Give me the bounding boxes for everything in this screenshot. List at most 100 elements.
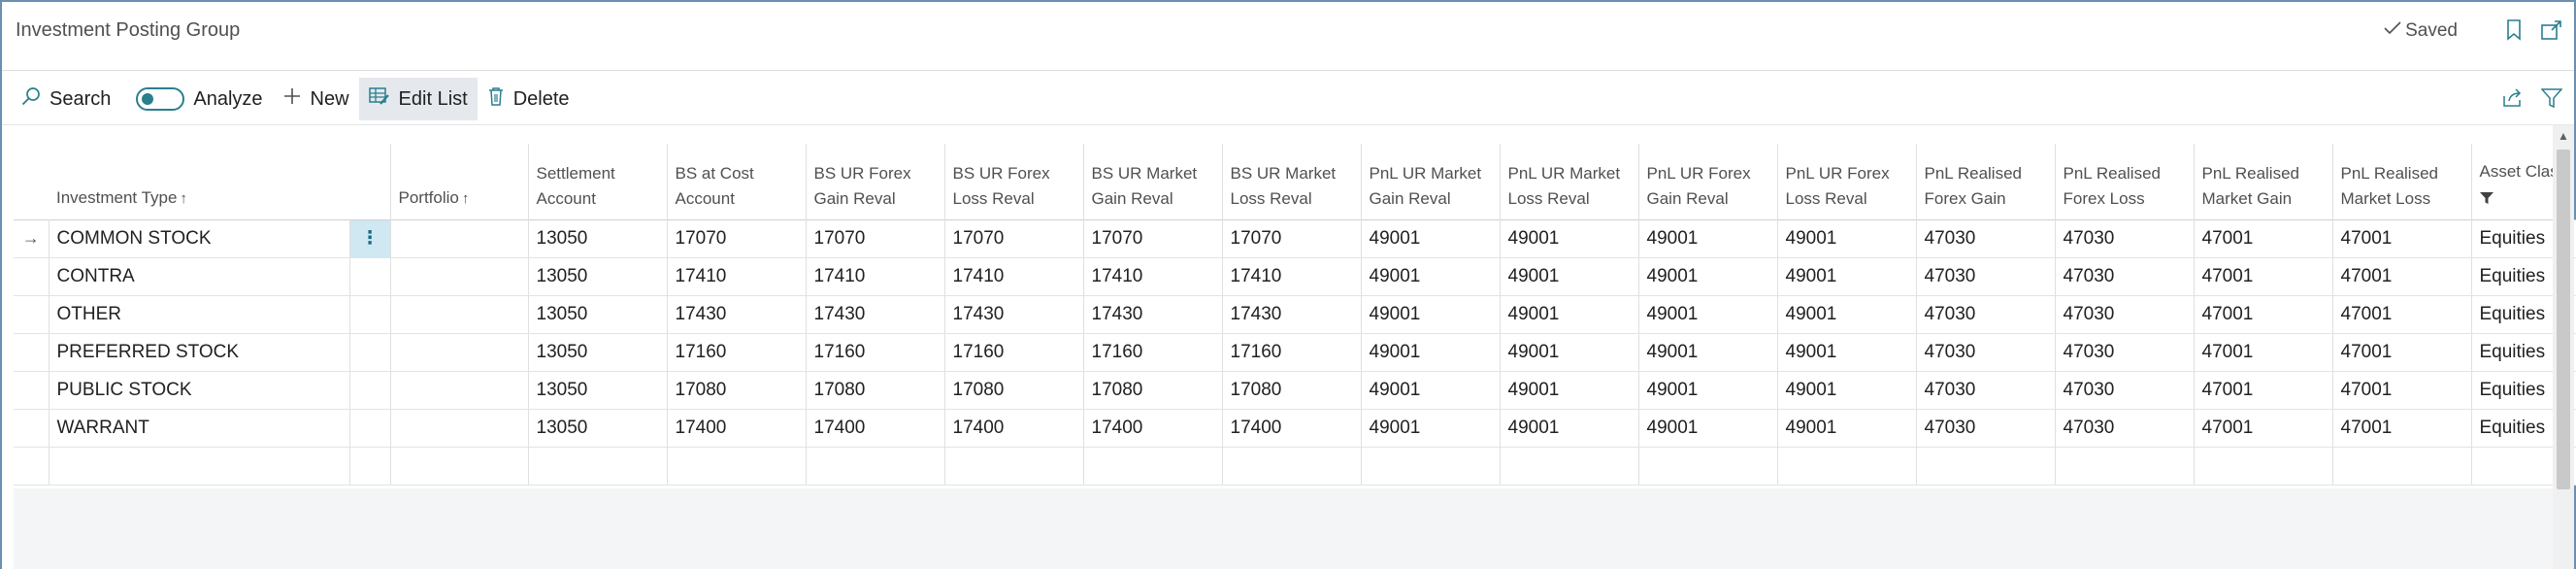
column-header-portfolio[interactable]: Portfolio ↑ [390,144,529,219]
row-marker[interactable] [14,333,50,372]
cell-investment-type[interactable]: CONTRA [49,257,350,296]
cell-pnl-realised-forex-gain[interactable]: 47030 [1916,371,2056,410]
cell-pnl-realised-market-gain[interactable]: 47001 [2194,409,2333,448]
cell-pnl-ur-market-loss[interactable]: 49001 [1500,333,1639,372]
scrollbar-thumb[interactable] [2557,150,2570,489]
cell-bs-ur-market-loss[interactable]: 17430 [1222,295,1362,334]
cell-investment-type[interactable]: PREFERRED STOCK [49,333,350,372]
empty-cell[interactable] [944,447,1084,485]
column-header-pnl-realised-forex-loss[interactable]: PnL Realised Forex Loss [2055,144,2195,219]
cell-investment-type[interactable]: COMMON STOCK [49,218,350,258]
open-in-new-window-icon[interactable] [2537,16,2566,45]
empty-cell[interactable] [1500,447,1639,485]
cell-bs-ur-market-loss[interactable]: 17070 [1222,218,1362,258]
row-actions-cell[interactable] [349,409,391,448]
cell-portfolio[interactable] [390,371,529,410]
cell-pnl-realised-forex-gain[interactable]: 47030 [1916,333,2056,372]
cell-pnl-realised-market-loss[interactable]: 47001 [2332,333,2472,372]
column-header-pnl-ur-market-loss[interactable]: PnL UR Market Loss Reval [1500,144,1639,219]
cell-pnl-ur-market-gain[interactable]: 49001 [1361,257,1501,296]
cell-settlement-account[interactable]: 13050 [528,257,668,296]
cell-pnl-ur-market-gain[interactable]: 49001 [1361,295,1501,334]
cell-portfolio[interactable] [390,409,529,448]
cell-bs-ur-forex-gain[interactable]: 17160 [806,333,945,372]
cell-pnl-ur-forex-loss[interactable]: 49001 [1777,333,1917,372]
cell-pnl-realised-market-loss[interactable]: 47001 [2332,371,2472,410]
cell-bs-at-cost[interactable]: 17430 [667,295,807,334]
table-row[interactable]: WARRANT 13050 17400 17400 17400 17400 17400 490… [14,409,2576,448]
empty-cell[interactable] [1222,447,1362,485]
cell-bs-at-cost[interactable]: 17080 [667,371,807,410]
cell-pnl-realised-market-loss[interactable]: 47001 [2332,295,2472,334]
cell-pnl-ur-forex-gain[interactable]: 49001 [1638,257,1778,296]
cell-pnl-realised-market-gain[interactable]: 47001 [2194,218,2333,258]
cell-bs-at-cost[interactable]: 17070 [667,218,807,258]
current-row-arrow-icon[interactable]: → [14,218,50,258]
table-row[interactable]: PREFERRED STOCK 13050 17160 17160 17160 17160… [14,333,2576,372]
cell-bs-ur-market-gain[interactable]: 17070 [1083,218,1223,258]
empty-cell[interactable] [390,447,529,485]
column-header-pnl-ur-market-gain[interactable]: PnL UR Market Gain Reval [1361,144,1501,219]
column-header-investment-type[interactable]: Investment Type ↑ [49,144,349,219]
cell-pnl-realised-forex-loss[interactable]: 47030 [2055,218,2195,258]
row-marker[interactable] [14,295,50,334]
cell-bs-ur-market-gain[interactable]: 17400 [1083,409,1223,448]
cell-investment-type[interactable]: PUBLIC STOCK [49,371,350,410]
cell-pnl-realised-forex-gain[interactable]: 47030 [1916,409,2056,448]
cell-bs-ur-market-gain[interactable]: 17410 [1083,257,1223,296]
empty-cell[interactable] [2194,447,2333,485]
cell-pnl-realised-market-gain[interactable]: 47001 [2194,257,2333,296]
column-header-pnl-realised-forex-gain[interactable]: PnL Realised Forex Gain [1916,144,2056,219]
cell-pnl-realised-market-gain[interactable]: 47001 [2194,333,2333,372]
table-row[interactable]: → COMMON STOCK ⋮ 13050 17070 17070 17070 17070 1… [14,218,2576,258]
cell-pnl-realised-forex-loss[interactable]: 47030 [2055,295,2195,334]
empty-cell[interactable] [49,447,350,485]
column-header-pnl-realised-market-gain[interactable]: PnL Realised Market Gain [2194,144,2333,219]
share-icon[interactable] [2498,84,2527,113]
empty-cell[interactable] [1083,447,1223,485]
cell-pnl-realised-forex-gain[interactable]: 47030 [1916,257,2056,296]
empty-cell[interactable] [1638,447,1778,485]
cell-pnl-ur-market-loss[interactable]: 49001 [1500,257,1639,296]
cell-bs-ur-forex-loss[interactable]: 17430 [944,295,1084,334]
empty-new-row[interactable] [14,447,2576,485]
cell-bs-ur-market-gain[interactable]: 17080 [1083,371,1223,410]
delete-button[interactable]: Delete [478,78,579,120]
cell-pnl-ur-forex-loss[interactable]: 49001 [1777,218,1917,258]
cell-bs-ur-market-loss[interactable]: 17410 [1222,257,1362,296]
filter-icon[interactable] [2537,84,2566,113]
cell-pnl-ur-forex-gain[interactable]: 49001 [1638,333,1778,372]
cell-pnl-realised-forex-loss[interactable]: 47030 [2055,257,2195,296]
cell-pnl-ur-forex-gain[interactable]: 49001 [1638,371,1778,410]
cell-bs-at-cost[interactable]: 17400 [667,409,807,448]
cell-pnl-ur-forex-gain[interactable]: 49001 [1638,295,1778,334]
row-actions-cell[interactable] [349,371,391,410]
cell-pnl-ur-market-gain[interactable]: 49001 [1361,409,1501,448]
cell-pnl-ur-forex-gain[interactable]: 49001 [1638,409,1778,448]
cell-pnl-realised-market-loss[interactable]: 47001 [2332,257,2472,296]
search-button[interactable]: Search [12,78,120,120]
cell-pnl-realised-forex-loss[interactable]: 47030 [2055,409,2195,448]
cell-pnl-realised-forex-loss[interactable]: 47030 [2055,333,2195,372]
cell-bs-at-cost[interactable]: 17160 [667,333,807,372]
cell-settlement-account[interactable]: 13050 [528,295,668,334]
empty-cell[interactable] [1916,447,2056,485]
column-filter-icon[interactable] [2479,186,2493,212]
cell-investment-type[interactable]: OTHER [49,295,350,334]
column-header-bs-ur-forex-loss[interactable]: BS UR Forex Loss Reval [944,144,1084,219]
cell-pnl-ur-market-gain[interactable]: 49001 [1361,218,1501,258]
empty-cell[interactable] [1777,447,1917,485]
cell-bs-ur-forex-loss[interactable]: 17080 [944,371,1084,410]
table-row[interactable]: CONTRA 13050 17410 17410 17410 17410 17410 4900… [14,257,2576,296]
cell-bs-ur-forex-loss[interactable]: 17160 [944,333,1084,372]
row-actions-cell[interactable] [349,295,391,334]
empty-cell[interactable] [667,447,807,485]
row-actions-cell[interactable] [349,333,391,372]
cell-pnl-realised-forex-gain[interactable]: 47030 [1916,295,2056,334]
cell-bs-ur-market-gain[interactable]: 17160 [1083,333,1223,372]
cell-bs-ur-market-gain[interactable]: 17430 [1083,295,1223,334]
new-button[interactable]: New [273,78,359,120]
cell-investment-type[interactable]: WARRANT [49,409,350,448]
empty-cell[interactable] [14,447,50,485]
cell-settlement-account[interactable]: 13050 [528,333,668,372]
